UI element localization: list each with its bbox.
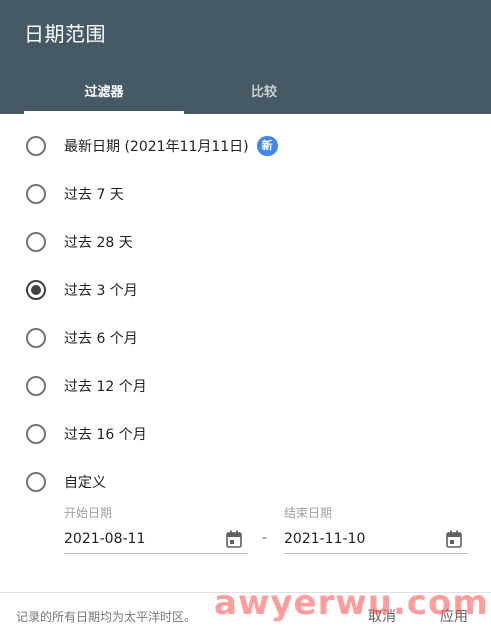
option-last-16-months[interactable]: 过去 16 个月 bbox=[22, 420, 147, 448]
option-last-6-months[interactable]: 过去 6 个月 bbox=[22, 324, 138, 352]
date-range-separator: - bbox=[262, 530, 268, 546]
start-date-label: 开始日期 bbox=[64, 506, 113, 520]
end-date-label: 结束日期 bbox=[284, 506, 333, 520]
radio-last-28-days[interactable] bbox=[26, 232, 46, 252]
option-label: 过去 28 天 bbox=[64, 235, 133, 251]
radio-last-16-months[interactable] bbox=[26, 424, 46, 444]
option-label: 过去 7 天 bbox=[64, 187, 124, 203]
end-date-input[interactable] bbox=[284, 530, 434, 547]
new-badge: 新 bbox=[256, 136, 278, 156]
calendar-icon[interactable] bbox=[226, 530, 242, 548]
watermark: awyerwu.com bbox=[214, 583, 489, 623]
radio-last-6-months[interactable] bbox=[26, 328, 46, 348]
option-label: 过去 6 个月 bbox=[64, 331, 138, 347]
start-date-field[interactable] bbox=[64, 524, 248, 554]
dialog-title: 日期范围 bbox=[24, 22, 106, 46]
active-tab-indicator bbox=[24, 111, 184, 114]
option-label: 过去 3 个月 bbox=[64, 283, 138, 299]
tab-compare[interactable]: 比较 bbox=[184, 66, 344, 114]
radio-last-7-days[interactable] bbox=[26, 184, 46, 204]
timezone-note: 记录的所有日期均为太平洋时区。 bbox=[16, 610, 197, 624]
option-last-3-months[interactable]: 过去 3 个月 bbox=[22, 276, 138, 304]
option-label: 自定义 bbox=[64, 475, 106, 491]
dialog-header: 日期范围 过滤器 比较 bbox=[0, 0, 491, 114]
tab-filter[interactable]: 过滤器 bbox=[24, 66, 184, 114]
option-latest-date[interactable]: 最新日期 (2021年11月11日) 新 bbox=[22, 132, 278, 160]
radio-last-12-months[interactable] bbox=[26, 376, 46, 396]
option-last-7-days[interactable]: 过去 7 天 bbox=[22, 180, 124, 208]
end-date-field[interactable] bbox=[284, 524, 468, 554]
option-label: 最新日期 (2021年11月11日) bbox=[64, 139, 249, 155]
option-custom[interactable]: 自定义 bbox=[22, 468, 106, 496]
calendar-icon[interactable] bbox=[446, 530, 462, 548]
start-date-input[interactable] bbox=[64, 530, 214, 547]
option-last-12-months[interactable]: 过去 12 个月 bbox=[22, 372, 147, 400]
option-label: 过去 12 个月 bbox=[64, 379, 147, 395]
radio-latest-date[interactable] bbox=[26, 136, 46, 156]
option-last-28-days[interactable]: 过去 28 天 bbox=[22, 228, 133, 256]
radio-last-3-months[interactable] bbox=[26, 280, 46, 300]
radio-custom[interactable] bbox=[26, 472, 46, 492]
option-label: 过去 16 个月 bbox=[64, 427, 147, 443]
